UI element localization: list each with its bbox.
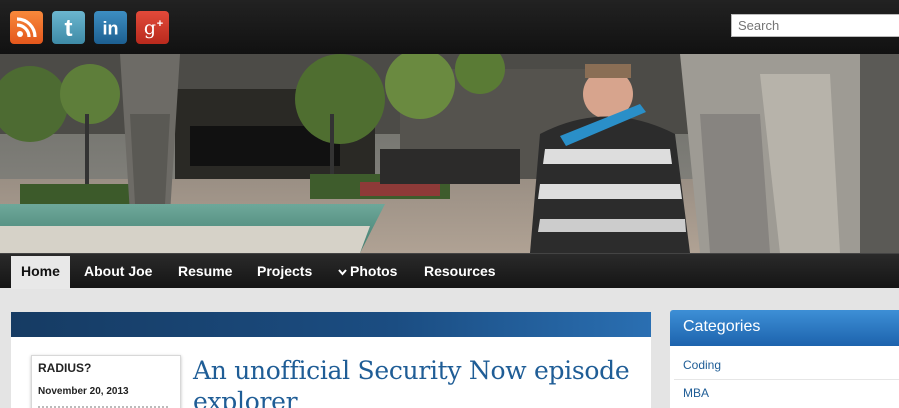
post-banner <box>11 312 651 337</box>
twitter-icon[interactable]: t <box>52 11 85 44</box>
svg-text:t: t <box>65 15 73 42</box>
svg-text:in: in <box>103 19 119 39</box>
rss-icon[interactable] <box>10 11 43 44</box>
category-divider <box>674 379 899 380</box>
post-meta-box: RADIUS? November 20, 2013 <box>31 355 181 408</box>
search-input[interactable] <box>731 14 899 37</box>
nav-home[interactable]: Home <box>11 256 70 289</box>
categories-header: Categories <box>670 310 899 346</box>
svg-text:+: + <box>157 18 163 30</box>
post-meta-title: RADIUS? <box>38 361 92 375</box>
nav-photos[interactable]: Photos <box>338 254 397 289</box>
category-mba[interactable]: MBA <box>683 386 709 400</box>
post-date: November 20, 2013 <box>38 386 129 397</box>
nav-about-joe[interactable]: About Joe <box>84 254 152 289</box>
linkedin-icon[interactable]: in <box>94 11 127 44</box>
categories-title: Categories <box>683 318 761 335</box>
nav-resources[interactable]: Resources <box>424 254 496 289</box>
category-coding[interactable]: Coding <box>683 358 721 372</box>
header-photo <box>0 54 899 253</box>
post-title[interactable]: An unofficial Security Now episode explo… <box>193 355 633 408</box>
main-nav: Home About Joe Resume Projects Photos Re… <box>0 253 899 289</box>
svg-text:g: g <box>144 17 156 39</box>
nav-projects[interactable]: Projects <box>257 254 312 289</box>
chevron-down-icon <box>338 254 348 288</box>
nav-photos-label: Photos <box>350 263 398 279</box>
nav-resume[interactable]: Resume <box>178 254 232 289</box>
top-bar: t in g + <box>0 0 899 54</box>
google-plus-icon[interactable]: g + <box>136 11 169 44</box>
